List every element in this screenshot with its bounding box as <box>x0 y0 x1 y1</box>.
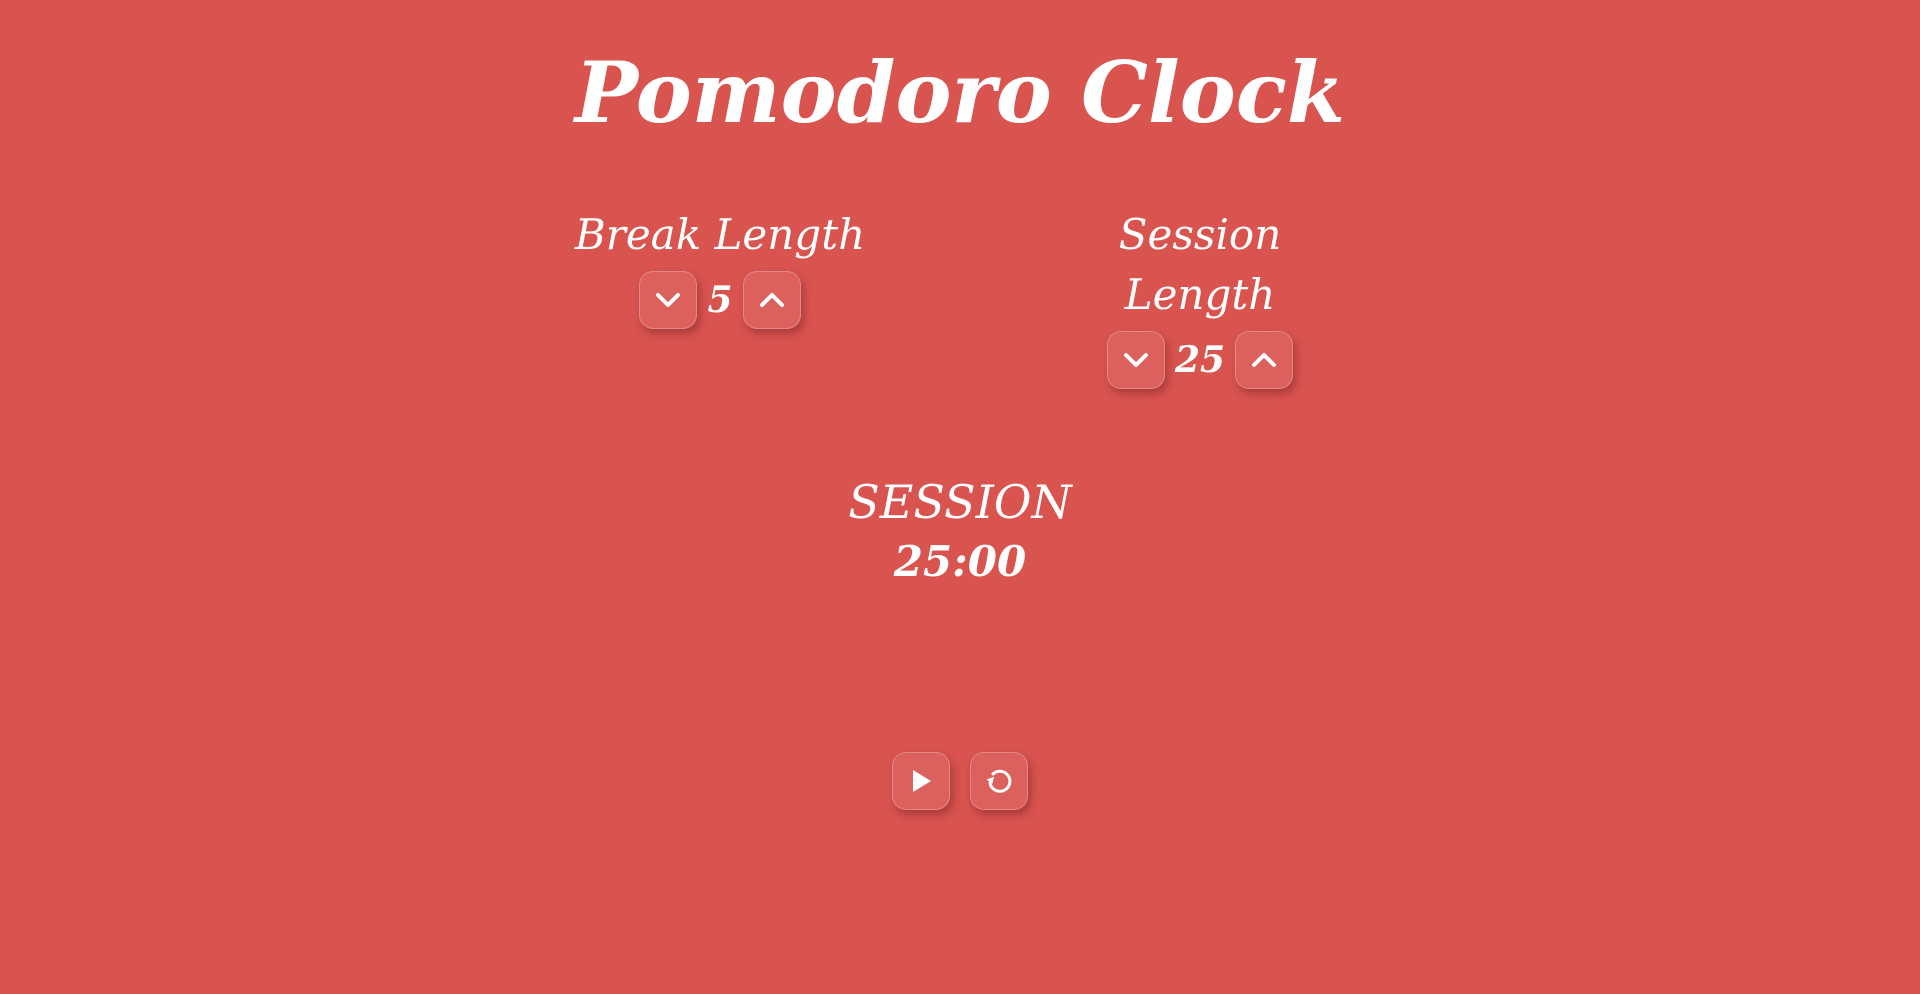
session-length-value: 25 <box>1174 339 1226 381</box>
break-length-label: Break Length <box>574 210 866 259</box>
chevron-up-icon <box>1252 353 1277 367</box>
reset-icon <box>986 769 1012 793</box>
play-icon <box>913 770 931 792</box>
timer-label: SESSION <box>848 475 1072 529</box>
chevron-down-icon <box>656 293 681 307</box>
break-decrement-button[interactable] <box>639 271 698 329</box>
play-button[interactable] <box>892 752 950 810</box>
break-length-control: Break Length 5 <box>560 205 880 329</box>
chevron-up-icon <box>759 293 784 307</box>
session-length-control: Session Length 25 <box>1040 205 1360 389</box>
pomodoro-app: Pomodoro Clock Break Length 5 Session Le… <box>0 0 1920 994</box>
timer-display: SESSION 25:00 <box>0 472 1920 592</box>
reset-button[interactable] <box>970 752 1028 810</box>
break-length-value: 5 <box>707 279 733 321</box>
break-increment-button[interactable] <box>742 271 801 329</box>
session-increment-button[interactable] <box>1235 331 1294 389</box>
session-length-label: Session Length <box>1118 210 1282 319</box>
timer-actions <box>0 752 1920 810</box>
app-title: Pomodoro Clock <box>574 43 1346 142</box>
session-length-row: 25 <box>1040 331 1360 389</box>
timer-time: 25:00 <box>893 537 1027 586</box>
session-decrement-button[interactable] <box>1106 331 1165 389</box>
break-length-row: 5 <box>560 271 880 329</box>
chevron-down-icon <box>1123 353 1148 367</box>
